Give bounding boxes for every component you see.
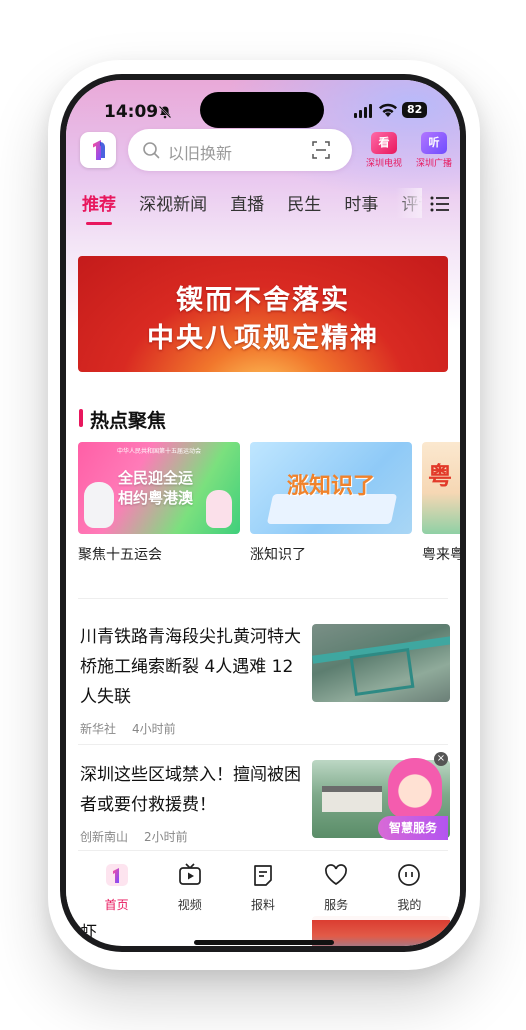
scan-icon[interactable] (312, 141, 330, 159)
hot-card-label: 粤来粤 (422, 547, 460, 563)
channel-tabs: 推荐 深视新闻 直播 民生 时事 评论 (82, 190, 422, 226)
divider (78, 850, 448, 851)
news-thumbnail[interactable] (312, 624, 450, 702)
bell-muted-icon (158, 105, 172, 119)
hot-card-header-text: 中华人民共和国第十五届运动会 (116, 448, 201, 455)
signal-icon (354, 104, 372, 118)
mascot-left-icon (84, 482, 114, 528)
nav-service-label: 服务 (324, 898, 349, 912)
home-indicator (194, 940, 334, 945)
divider (78, 744, 448, 745)
hot-card-image: 中华人民共和国第十五届运动会 全民迎全运 相约粤港澳 (78, 442, 240, 534)
bottom-nav: 首页 视频 报料 服务 我的 (66, 852, 460, 920)
hot-card-image: 粤 (422, 442, 460, 534)
banner-line-2: 中央八项规定精神 (147, 323, 379, 354)
menu-icon[interactable] (430, 196, 450, 212)
nav-home[interactable]: 首页 (88, 852, 146, 920)
mascot-right-icon (206, 490, 232, 528)
heart-icon (325, 864, 348, 886)
hot-card-image-text: 涨知识了 (286, 474, 375, 499)
home-icon (105, 864, 128, 886)
news-source: 新华社 (80, 722, 117, 736)
nav-video-label: 视频 (177, 898, 202, 912)
news-title[interactable]: 川青铁路青海段尖扎黄河特大桥施工绳索断裂 4人遇难 12人失联 (80, 622, 302, 712)
tab-livelihood[interactable]: 民生 (287, 190, 321, 215)
logo-mark-icon (93, 140, 105, 160)
nav-home-label: 首页 (104, 898, 129, 912)
nav-report[interactable]: 报料 (234, 852, 292, 920)
phone-frame: 14:09 82 以旧换新 看 深圳电视 听 深圳广播 推荐 深视新闻 直播 民… (60, 74, 466, 952)
ai-assistant[interactable]: 智慧服务 × (378, 752, 448, 840)
app-logo[interactable] (80, 132, 116, 168)
hot-card-image-text: 粤 (428, 462, 452, 490)
section-title: 热点聚焦 (90, 410, 167, 432)
search-input[interactable]: 以旧换新 (128, 129, 352, 171)
search-placeholder: 以旧换新 (168, 144, 233, 163)
tv-button[interactable]: 看 深圳电视 (362, 132, 406, 172)
status-time: 14:09 (104, 102, 159, 122)
battery-indicator: 82 (402, 102, 428, 118)
video-icon (178, 863, 201, 885)
divider (78, 598, 448, 599)
close-icon[interactable]: × (434, 752, 448, 766)
section-accent-bar (79, 409, 83, 427)
news-time: 2小时前 (144, 830, 188, 844)
screen: 14:09 82 以旧换新 看 深圳电视 听 深圳广播 推荐 深视新闻 直播 民… (66, 80, 460, 946)
news-source: 创新南山 (80, 830, 129, 844)
bridge-truss-icon (349, 648, 415, 696)
nav-service[interactable]: 服务 (307, 852, 365, 920)
hot-card-guangdong[interactable]: 粤 粤来粤 (422, 442, 460, 564)
tv-label: 深圳电视 (365, 159, 402, 169)
promo-banner[interactable]: 锲而不舍落实 中央八项规定精神 (78, 256, 448, 372)
pavilion-icon (322, 786, 382, 812)
report-icon (254, 865, 272, 886)
banner-line-1: 锲而不舍落实 (176, 285, 350, 316)
news-meta: 新华社 4小时前 (80, 720, 192, 737)
tab-current-affairs[interactable]: 时事 (344, 190, 378, 215)
wifi-icon (379, 103, 397, 117)
ai-assistant-label: 智慧服务 (378, 816, 448, 840)
hot-card-label: 涨知识了 (250, 547, 306, 563)
search-icon (143, 142, 160, 159)
radio-icon: 听 (421, 132, 447, 154)
tabs-fade (396, 188, 422, 218)
hot-card-label: 聚焦十五运会 (78, 547, 162, 563)
tv-icon: 看 (371, 132, 397, 154)
hot-card-image: 涨知识了 (250, 442, 412, 534)
profile-icon (398, 864, 421, 886)
ai-avatar (388, 758, 442, 818)
nav-profile[interactable]: 我的 (380, 852, 438, 920)
hot-card-image-text: 全民迎全运 相约粤港澳 (118, 469, 194, 507)
radio-label: 深圳广播 (415, 159, 452, 169)
nav-profile-label: 我的 (397, 898, 422, 912)
tab-recommend[interactable]: 推荐 (82, 190, 116, 225)
news-title[interactable]: 深圳这些区域禁入！擅闯被困者或要付救援费！ (80, 760, 302, 820)
tab-sztv-news[interactable]: 深视新闻 (139, 190, 207, 215)
tab-live[interactable]: 直播 (230, 190, 264, 215)
hot-card-knowledge[interactable]: 涨知识了 涨知识了 (250, 442, 412, 564)
news-meta: 创新南山 2小时前 (80, 828, 204, 845)
radio-button[interactable]: 听 深圳广播 (410, 132, 458, 172)
hot-card-games[interactable]: 中华人民共和国第十五届运动会 全民迎全运 相约粤港澳 聚焦十五运会 (78, 442, 240, 564)
nav-video[interactable]: 视频 (161, 852, 219, 920)
dynamic-island (200, 92, 324, 128)
news-time: 4小时前 (132, 722, 176, 736)
nav-report-label: 报料 (250, 898, 275, 912)
